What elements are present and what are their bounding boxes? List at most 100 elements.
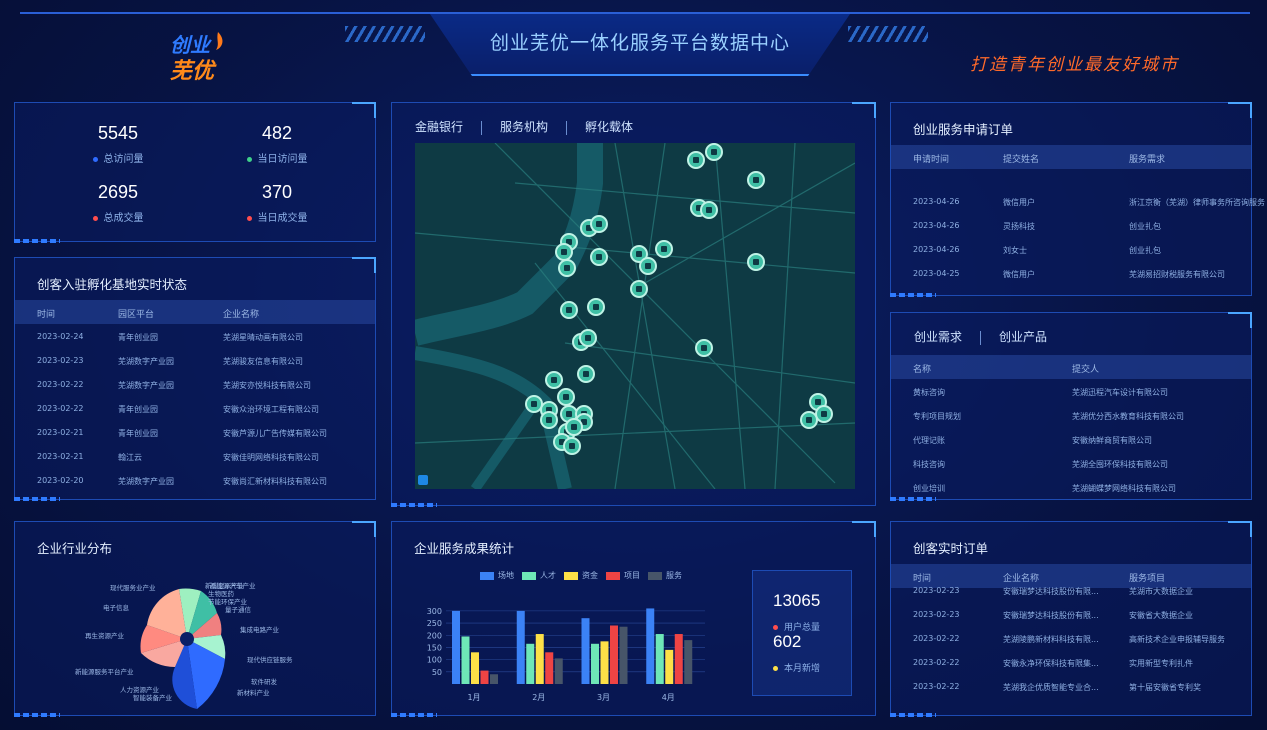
table-row[interactable]: 黄标咨询 芜湖迅程汽车设计有限公司 bbox=[891, 379, 1251, 403]
map-marker[interactable] bbox=[563, 437, 581, 455]
slogan: 打造青年创业最友好城市 bbox=[970, 55, 1179, 75]
rose-label: 电子信息 bbox=[103, 604, 129, 612]
rose-label: 新材料产业 bbox=[237, 689, 270, 697]
map-marker[interactable] bbox=[590, 248, 608, 266]
service-title: 企业服务成果统计 bbox=[414, 541, 515, 556]
stat-total-deals: 2695 总成交量 bbox=[58, 182, 178, 224]
map-marker[interactable] bbox=[815, 405, 833, 423]
stats-panel: 5545 总访问量 482 当日访问量 2695 总成交量 370 当日成交量 bbox=[14, 102, 376, 243]
tab-service-org[interactable]: 服务机构 bbox=[500, 120, 548, 134]
map-marker[interactable] bbox=[747, 253, 765, 271]
tab-product[interactable]: 创业产品 bbox=[999, 330, 1047, 344]
orders-title: 创业服务申请订单 bbox=[913, 122, 1014, 137]
table-row[interactable]: 创业培训 芜湖蝴蝶梦网络科技有限公司 bbox=[891, 475, 1251, 499]
table-row[interactable]: 科技咨询 芜湖全囤环保科技有限公司 bbox=[891, 451, 1251, 475]
map-marker[interactable] bbox=[590, 215, 608, 233]
table-cell: 芜湖市大数据企业 bbox=[1129, 587, 1193, 596]
city-map[interactable] bbox=[415, 143, 855, 489]
table-row[interactable]: 2023-02-22 芜湖我企优质智能专业合... 第十届安徽省专利奖 bbox=[891, 674, 1251, 698]
y-tick-label: 200 bbox=[427, 631, 442, 640]
table-cell: 2023-02-20 bbox=[37, 476, 84, 485]
tab-incubator[interactable]: 孵化载体 bbox=[585, 120, 633, 134]
rose-label: 现代服务业产业 bbox=[110, 584, 156, 592]
table-cell: 浙江京衡（芜湖）律师事务所咨询服务 bbox=[1129, 198, 1265, 207]
table-row[interactable]: 专利项目规划 芜湖优分西水教育科技有限公司 bbox=[891, 403, 1251, 427]
rose-label: 再生资源产业 bbox=[85, 632, 124, 640]
table-cell: 刘女士 bbox=[1003, 246, 1027, 255]
legend-label: 资金 bbox=[582, 571, 598, 580]
table-cell: 安徽佳明网络科技有限公司 bbox=[223, 453, 319, 462]
table-row[interactable]: 2023-02-20 芜湖数字产业园 安徽尚汇新材料科技有限公司 bbox=[15, 468, 375, 492]
map-marker[interactable] bbox=[639, 257, 657, 275]
table-row[interactable]: 2023-04-26 灵扬科技 创业扎包 bbox=[891, 213, 1251, 237]
table-row[interactable]: 2023-02-22 芜湖数字产业园 芜湖安亦悦科技有限公司 bbox=[15, 372, 375, 396]
map-marker[interactable] bbox=[747, 171, 765, 189]
tab-finance-bank[interactable]: 金融银行 bbox=[415, 120, 463, 134]
rose-label: 集成电路产业 bbox=[240, 626, 279, 634]
tab-demand[interactable]: 创业需求 bbox=[914, 330, 962, 344]
table-row[interactable]: 2023-04-26 刘女士 创业扎包 bbox=[891, 237, 1251, 261]
map-marker[interactable] bbox=[630, 280, 648, 298]
table-cell: 黄标咨询 bbox=[913, 388, 945, 397]
legend-label: 场地 bbox=[498, 571, 514, 580]
orders-header: 申请时间 提交姓名 服务需求 bbox=[891, 145, 1251, 169]
table-row[interactable]: 2023-02-22 安徽永净环保科技有限集... 实用新型专利扎件 bbox=[891, 650, 1251, 674]
table-row[interactable]: 2023-04-25 微信用户 芜湖易招财税服务有限公司 bbox=[891, 261, 1251, 285]
table-cell: 芜湖全囤环保科技有限公司 bbox=[1072, 460, 1168, 469]
table-row[interactable]: 2023-02-21 青年创业园 安徽芦源儿广告传媒有限公司 bbox=[15, 420, 375, 444]
table-row[interactable]: 2023-02-22 芜湖陵鹏新材料科技有限... 高新技术企业申报辅导服务 bbox=[891, 626, 1251, 650]
table-cell: 2023-02-22 bbox=[913, 658, 960, 667]
table-cell: 2023-02-22 bbox=[913, 682, 960, 691]
kpi-month-new-label: 本月新增 bbox=[773, 661, 820, 674]
map-marker[interactable] bbox=[687, 151, 705, 169]
map-marker[interactable] bbox=[579, 329, 597, 347]
table-cell: 青年创业园 bbox=[118, 429, 158, 438]
table-row[interactable]: 2023-02-22 青年创业园 安徽众治环境工程有限公司 bbox=[15, 396, 375, 420]
map-marker[interactable] bbox=[557, 388, 575, 406]
table-cell: 创业扎包 bbox=[1129, 222, 1161, 231]
map-marker[interactable] bbox=[560, 301, 578, 319]
table-cell: 2023-02-21 bbox=[37, 452, 84, 461]
map-marker[interactable] bbox=[577, 365, 595, 383]
bar-资金-2月 bbox=[535, 634, 544, 684]
map-marker[interactable] bbox=[540, 411, 558, 429]
demand-tabs: 创业需求 创业产品 bbox=[914, 328, 1065, 345]
map-marker[interactable] bbox=[705, 143, 723, 161]
page-title: 创业芜优一体化服务平台数据中心 bbox=[489, 32, 790, 54]
legend-item: 资金 bbox=[564, 570, 598, 581]
map-marker[interactable] bbox=[655, 240, 673, 258]
table-row[interactable]: 2023-02-23 芜湖数字产业园 芜湖骏友信息有限公司 bbox=[15, 348, 375, 372]
map-marker[interactable] bbox=[558, 259, 576, 277]
table-row[interactable]: 代理记账 安徽纳鲜商贸有限公司 bbox=[891, 427, 1251, 451]
legend-swatch bbox=[522, 571, 536, 580]
table-row[interactable]: 2023-04-26 微信用户 浙江京衡（芜湖）律师事务所咨询服务 bbox=[891, 189, 1265, 213]
table-row[interactable]: 2023-02-24 青年创业园 芜湖星晴动画有限公司 bbox=[15, 324, 375, 348]
incubator-panel: 创客入驻孵化基地实时状态 时间 园区平台 企业名称 2023-02-24 青年创业… bbox=[14, 257, 376, 501]
stat-today-visits: 482 当日访问量 bbox=[217, 123, 337, 165]
y-tick-label: 150 bbox=[427, 643, 442, 652]
incubator-header: 时间 园区平台 企业名称 bbox=[15, 300, 375, 324]
map-marker[interactable] bbox=[587, 298, 605, 316]
table-cell: 2023-02-23 bbox=[37, 356, 84, 365]
table-cell: 安徽瑞梦达科技股份有限... bbox=[1003, 587, 1099, 596]
table-cell: 2023-04-26 bbox=[913, 197, 960, 206]
table-cell: 芜湖易招财税服务有限公司 bbox=[1129, 270, 1225, 279]
legend-swatch bbox=[606, 571, 620, 580]
map-roads bbox=[415, 143, 855, 489]
map-brand-icon bbox=[418, 475, 428, 485]
bar-人才-4月 bbox=[655, 634, 664, 684]
table-cell: 芜湖迅程汽车设计有限公司 bbox=[1072, 388, 1168, 397]
table-cell: 安徽省大数据企业 bbox=[1129, 611, 1193, 620]
table-cell: 青年创业园 bbox=[118, 405, 158, 414]
map-marker[interactable] bbox=[565, 418, 583, 436]
dashboard: 创业芜优一体化服务平台数据中心 创业 芜优 打造青年创业最友好城市 5545 总… bbox=[0, 0, 1267, 730]
map-marker[interactable] bbox=[695, 339, 713, 357]
table-row[interactable]: 2023-02-23 安徽瑞梦达科技股份有限... 安徽省大数据企业 bbox=[891, 602, 1251, 626]
table-row[interactable]: 2023-02-21 翰江云 安徽佳明网络科技有限公司 bbox=[15, 444, 375, 468]
map-marker[interactable] bbox=[545, 371, 563, 389]
table-row[interactable]: 2023-02-23 安徽瑞梦达科技股份有限... 芜湖市大数据企业 bbox=[891, 578, 1251, 602]
table-cell: 芜湖数字产业园 bbox=[118, 381, 174, 390]
map-marker[interactable] bbox=[700, 201, 718, 219]
table-cell: 安徽纳鲜商贸有限公司 bbox=[1072, 436, 1152, 445]
legend-label: 服务 bbox=[666, 571, 682, 580]
